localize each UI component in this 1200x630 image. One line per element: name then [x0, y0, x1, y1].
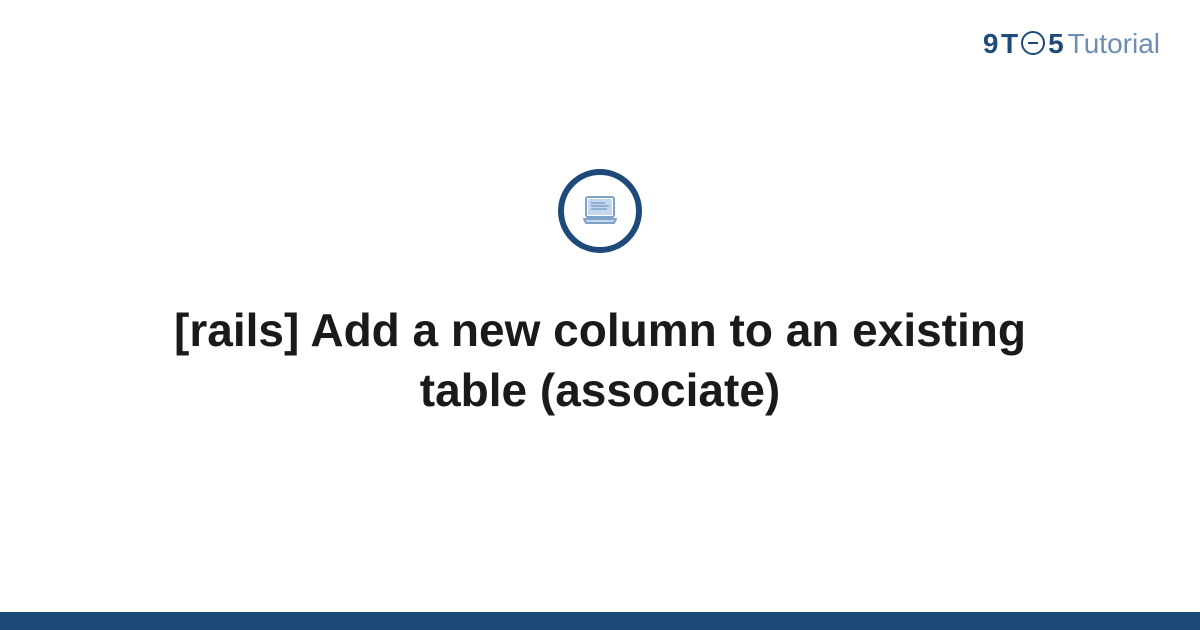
- footer-accent-bar: [0, 612, 1200, 630]
- article-title: [rails] Add a new column to an existing …: [150, 301, 1050, 421]
- laptop-icon: [578, 189, 622, 233]
- category-icon-circle: [558, 169, 642, 253]
- main-content: [rails] Add a new column to an existing …: [0, 0, 1200, 630]
